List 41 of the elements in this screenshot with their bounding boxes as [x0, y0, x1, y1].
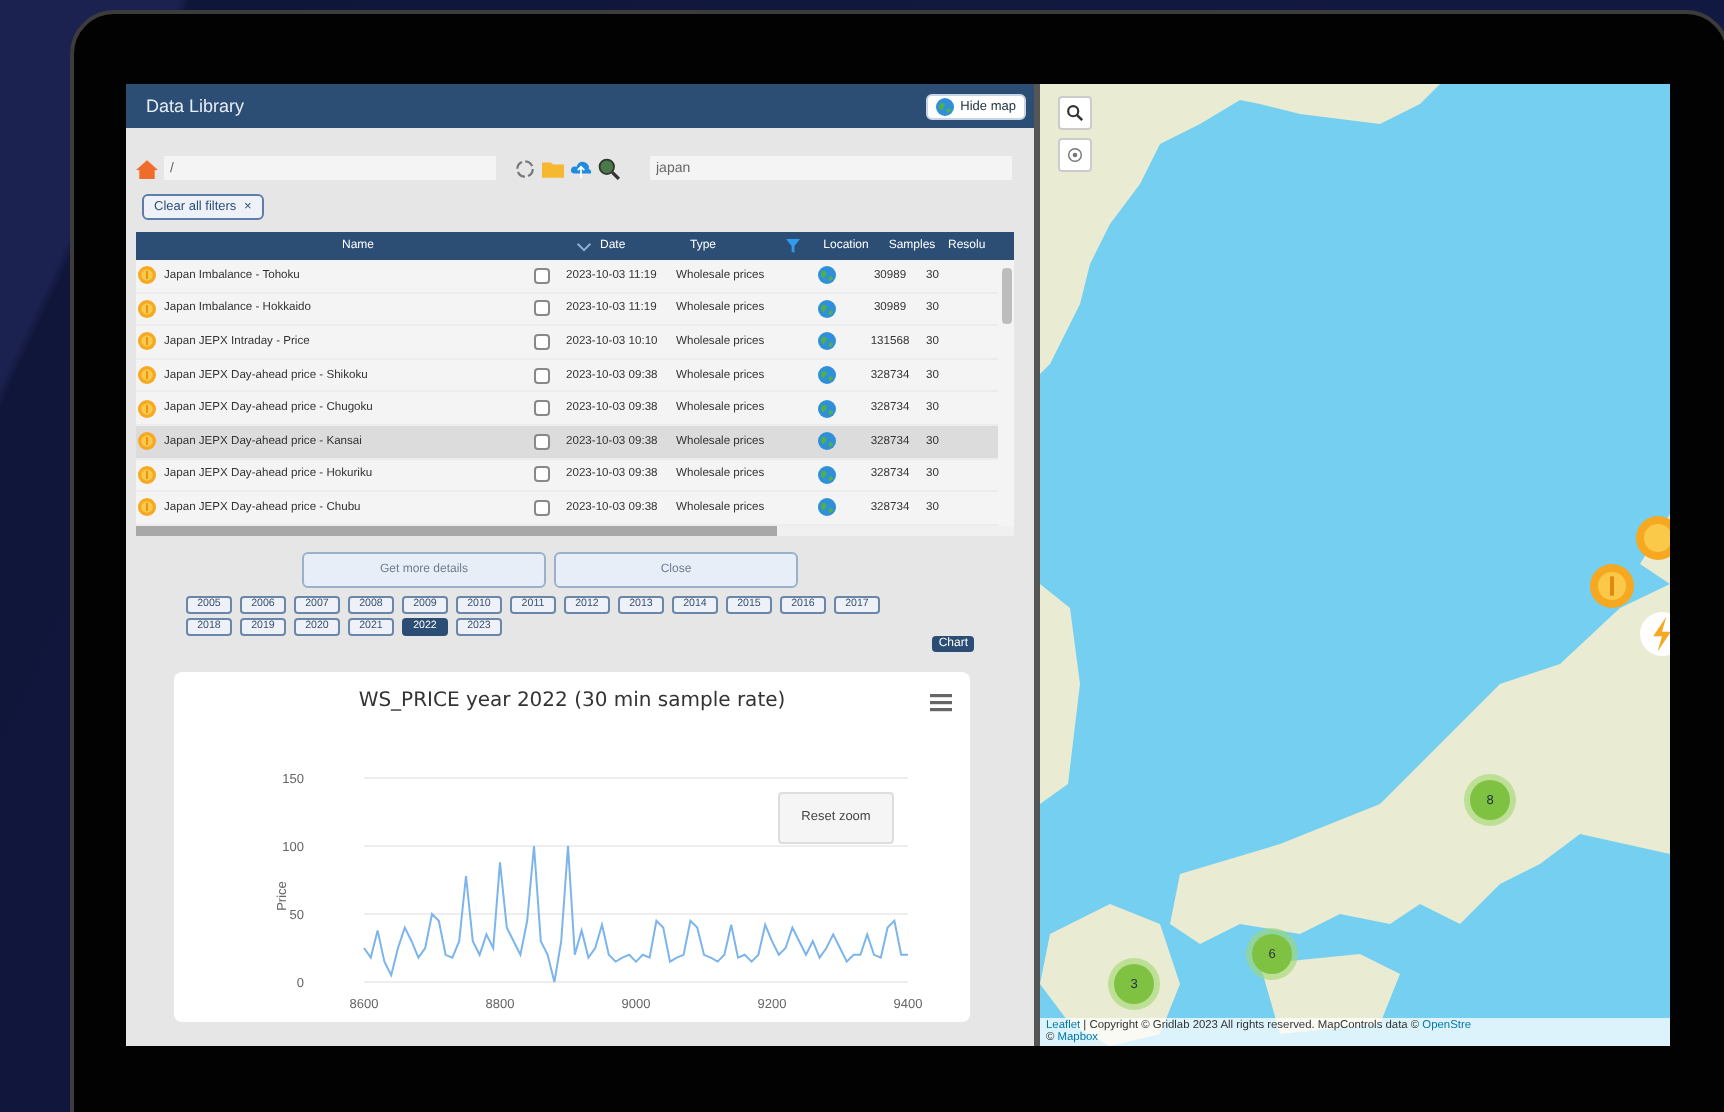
globe-icon[interactable]: [818, 332, 836, 351]
search-icon: [1066, 104, 1084, 122]
coin-icon: [138, 465, 156, 484]
chevron-icon[interactable]: [576, 241, 592, 251]
globe-icon: [936, 97, 955, 115]
globe-icon[interactable]: [818, 366, 836, 385]
coin-icon: [138, 332, 156, 351]
coin-icon: [138, 498, 156, 517]
coin-icon: [138, 399, 156, 418]
globe-icon[interactable]: [818, 498, 836, 517]
row-checkbox[interactable]: [534, 367, 550, 384]
globe-icon[interactable]: [818, 266, 836, 285]
scrollbar[interactable]: [1002, 268, 1012, 324]
coin-icon[interactable]: [1590, 564, 1634, 608]
row-checkbox[interactable]: [534, 466, 550, 483]
coin-icon: [138, 432, 156, 451]
row-checkbox[interactable]: [534, 267, 550, 284]
refresh-icon[interactable]: [514, 157, 536, 179]
scrollbar[interactable]: [136, 525, 1014, 536]
coin-icon: [138, 266, 156, 285]
row-checkbox[interactable]: [534, 433, 550, 450]
coin-icon: [138, 299, 156, 318]
globe-icon[interactable]: [818, 432, 836, 451]
locate-button[interactable]: [1058, 138, 1092, 172]
row-checkbox[interactable]: [534, 300, 550, 317]
search-globe-icon[interactable]: [598, 157, 620, 179]
window-title: Data Library: [146, 96, 245, 116]
menu-icon[interactable]: [930, 693, 952, 711]
coin-icon: [138, 366, 156, 385]
filter-icon[interactable]: [786, 238, 800, 254]
globe-icon[interactable]: [818, 399, 836, 418]
globe-icon[interactable]: [818, 465, 836, 484]
home-icon[interactable]: [136, 157, 158, 179]
search-button[interactable]: [1058, 96, 1092, 130]
row-checkbox[interactable]: [534, 499, 550, 516]
crosshair-icon: [1066, 146, 1084, 164]
coin-icon[interactable]: [1636, 516, 1670, 560]
globe-icon[interactable]: [818, 299, 836, 318]
chart-title: WS_PRICE year 2022 (30 min sample rate): [358, 689, 786, 712]
row-checkbox[interactable]: [534, 400, 550, 417]
row-checkbox[interactable]: [534, 333, 550, 350]
